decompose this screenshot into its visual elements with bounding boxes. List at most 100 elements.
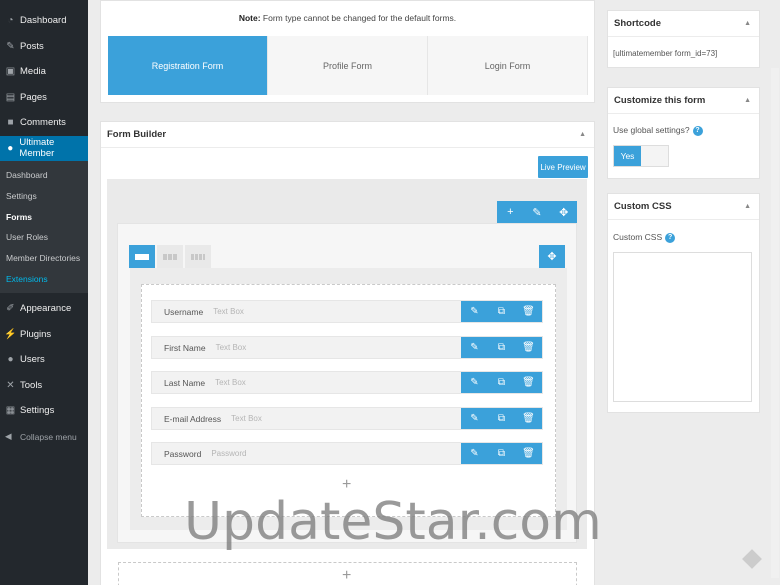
submenu-forms[interactable]: Forms — [0, 206, 88, 227]
edit-icon[interactable]: ✎ — [461, 377, 488, 388]
help-icon[interactable]: ? — [665, 232, 676, 243]
field-actions: ✎ ⧉ 🗑 — [461, 372, 542, 393]
menu-dashboard[interactable]: ◔ Dashboard — [0, 8, 88, 34]
ultimate-member-submenu: Dashboard Settings Forms User Roles Memb… — [0, 161, 88, 294]
note-text: Form type cannot be changed for the defa… — [262, 13, 457, 23]
field-type: Text Box — [215, 343, 247, 352]
tab-registration-form[interactable]: Registration Form — [108, 36, 268, 95]
submenu-dashboard[interactable]: Dashboard — [0, 165, 88, 186]
brush-icon: ✐ — [6, 303, 15, 315]
edit-row-icon[interactable]: ✎ — [524, 206, 551, 219]
duplicate-icon[interactable]: ⧉ — [488, 377, 515, 388]
duplicate-icon[interactable]: ⧉ — [488, 448, 515, 459]
field-actions: ✎ ⧉ 🗑 — [461, 337, 542, 358]
collapse-arrow-icon[interactable]: ▲ — [744, 20, 751, 27]
custom-css-label: Custom CSS? — [613, 232, 676, 243]
row-toolbar: + ✎ ✥ — [497, 201, 577, 223]
trash-icon[interactable]: 🗑 — [515, 448, 542, 459]
global-settings-label: Use global settings?? — [613, 125, 703, 136]
tab-profile-form[interactable]: Profile Form — [268, 36, 428, 95]
menu-comments[interactable]: ■ Comments — [0, 110, 88, 136]
field-row-username[interactable]: Username Text Box ✎ ⧉ 🗑 — [151, 300, 543, 323]
field-type: Text Box — [213, 307, 244, 316]
edit-icon[interactable]: ✎ — [461, 306, 488, 317]
move-column-icon[interactable]: ✥ — [539, 245, 565, 268]
duplicate-icon[interactable]: ⧉ — [488, 306, 515, 317]
live-preview-button[interactable]: Live Preview — [538, 156, 588, 178]
form-type-tabs: Registration Form Profile Form Login For… — [108, 36, 588, 95]
custom-css-header[interactable]: Custom CSS ▲ — [608, 194, 759, 220]
pages-icon: ▤ — [5, 91, 16, 103]
trash-icon[interactable]: 🗑 — [515, 377, 542, 388]
menu-appearance[interactable]: ✐ Appearance — [0, 296, 88, 322]
comments-icon: ■ — [7, 117, 14, 129]
field-label: Username — [164, 306, 204, 317]
field-label: First Name — [164, 342, 206, 353]
menu-ultimate-member[interactable]: ● Ultimate Member — [0, 135, 88, 161]
edit-icon[interactable]: ✎ — [461, 413, 488, 424]
collapse-label: Collapse menu — [20, 431, 77, 442]
field-actions: ✎ ⧉ 🗑 — [461, 408, 542, 429]
form-builder-header[interactable]: Form Builder ▲ — [101, 122, 594, 148]
edit-icon[interactable]: ✎ — [461, 448, 488, 459]
add-row-icon[interactable]: + — [497, 206, 524, 218]
plug-icon: ⚡ — [4, 328, 17, 340]
duplicate-icon[interactable]: ⧉ — [488, 413, 515, 424]
custom-css-textarea[interactable] — [613, 252, 752, 402]
menu-label: Comments — [20, 117, 66, 129]
field-row-first-name[interactable]: First Name Text Box ✎ ⧉ 🗑 — [151, 336, 543, 359]
menu-label: Appearance — [20, 303, 72, 315]
two-columns-icon[interactable] — [157, 245, 183, 268]
help-icon[interactable]: ? — [692, 125, 703, 136]
dashboard-icon: ◔ — [7, 15, 14, 27]
collapse-arrow-icon[interactable]: ▲ — [744, 203, 751, 210]
menu-posts[interactable]: ✎ Posts — [0, 34, 88, 60]
menu-plugins[interactable]: ⚡ Plugins — [0, 322, 88, 348]
form-builder-title: Form Builder — [107, 129, 167, 140]
page-scrollbar[interactable] — [771, 68, 779, 578]
field-actions: ✎ ⧉ 🗑 — [461, 301, 542, 322]
collapse-arrow-icon[interactable]: ▲ — [744, 97, 751, 104]
submenu-user-roles[interactable]: User Roles — [0, 227, 88, 248]
menu-label: Tools — [20, 379, 43, 391]
menu-tools[interactable]: ✕ Tools — [0, 373, 88, 399]
form-type-note: Note: Form type cannot be changed for th… — [101, 13, 594, 23]
shortcode-value: [ultimatemember form_id=73] — [613, 49, 718, 58]
global-settings-text: Use global settings? — [613, 125, 690, 135]
submenu-extensions[interactable]: Extensions — [0, 268, 88, 289]
trash-icon[interactable]: 🗑 — [515, 306, 542, 317]
field-row-password[interactable]: Password Password ✎ ⧉ 🗑 — [151, 442, 543, 465]
edit-icon[interactable]: ✎ — [461, 342, 488, 353]
submenu-member-directories[interactable]: Member Directories — [0, 248, 88, 269]
settings-icon: ▦ — [5, 405, 16, 417]
submenu-settings[interactable]: Settings — [0, 186, 88, 207]
menu-users[interactable]: ● Users — [0, 347, 88, 373]
menu-label: Dashboard — [20, 15, 67, 27]
collapse-icon: ◀ — [5, 431, 12, 442]
duplicate-icon[interactable]: ⧉ — [488, 342, 515, 353]
menu-pages[interactable]: ▤ Pages — [0, 85, 88, 111]
move-row-icon[interactable]: ✥ — [550, 206, 577, 219]
trash-icon[interactable]: 🗑 — [515, 342, 542, 353]
three-columns-icon[interactable] — [185, 245, 211, 268]
custom-css-title: Custom CSS — [614, 201, 672, 212]
field-row-last-name[interactable]: Last Name Text Box ✎ ⧉ 🗑 — [151, 371, 543, 394]
collapse-menu-button[interactable]: ◀ Collapse menu — [0, 424, 88, 450]
menu-settings[interactable]: ▦ Settings — [0, 398, 88, 424]
custom-css-label-text: Custom CSS — [613, 232, 663, 242]
field-type: Text Box — [215, 378, 246, 387]
menu-media[interactable]: ▣ Media — [0, 59, 88, 85]
field-row-email-address[interactable]: E-mail Address Text Box ✎ ⧉ 🗑 — [151, 407, 543, 430]
watermark-text: UpdateStar.com — [184, 492, 602, 552]
form-type-panel: Note: Form type cannot be changed for th… — [100, 0, 595, 103]
add-row-plus-icon[interactable]: + — [342, 567, 351, 585]
shortcode-header[interactable]: Shortcode ▲ — [608, 11, 759, 37]
trash-icon[interactable]: 🗑 — [515, 413, 542, 424]
global-settings-toggle[interactable]: Yes — [613, 145, 669, 167]
one-column-icon[interactable] — [129, 245, 155, 268]
field-label: Password — [164, 448, 202, 459]
tab-login-form[interactable]: Login Form — [428, 36, 588, 95]
user-icon: ● — [7, 142, 14, 154]
customize-header[interactable]: Customize this form ▲ — [608, 88, 759, 114]
collapse-arrow-icon[interactable]: ▲ — [579, 131, 586, 138]
